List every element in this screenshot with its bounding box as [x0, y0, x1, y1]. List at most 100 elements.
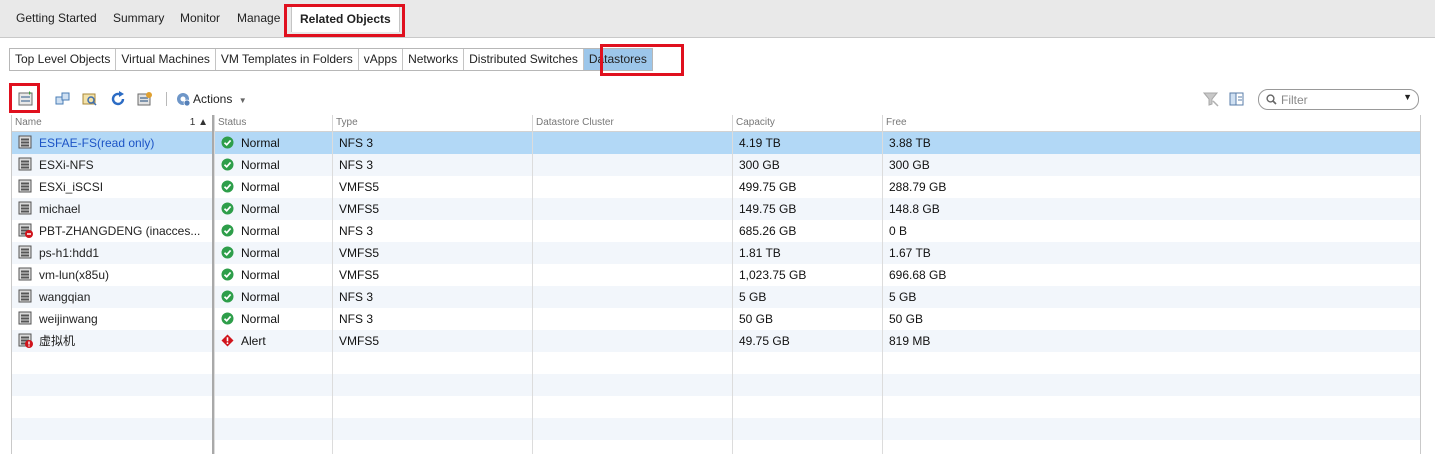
show-columns-icon[interactable] [1229, 91, 1245, 107]
frozen-column-splitter[interactable] [212, 115, 214, 454]
cell-cluster [532, 374, 732, 396]
cell-name-text[interactable]: ps-h1:hdd1 [39, 246, 99, 260]
subtab-vapps[interactable]: vApps [359, 49, 404, 70]
cell-cluster [532, 440, 732, 454]
cell-type-text: NFS 3 [339, 224, 374, 238]
cell-capacity: 4.19 TB [732, 132, 882, 154]
cell-name-text[interactable]: ESFAE-FS(read only) [39, 136, 154, 150]
table-row[interactable]: weijinwang Normal NFS 3 50 GB 50 GB [12, 308, 1420, 330]
table-row[interactable]: PBT-ZHANGDENG (inacces... Normal NFS 3 685.… [12, 220, 1420, 242]
empty-table-row [12, 396, 1420, 418]
cell-type: VMFS5 [332, 264, 532, 286]
table-row[interactable]: michael Normal VMFS5 149.75 GB 148.8 GB [12, 198, 1420, 220]
cell-status-text: Normal [241, 180, 280, 194]
subtab-vm-templates[interactable]: VM Templates in Folders [216, 49, 359, 70]
column-header-free[interactable]: Free [882, 115, 1420, 132]
tab-manage[interactable]: Manage [237, 11, 280, 25]
cell-cluster [532, 242, 732, 264]
subtab-top-level-objects[interactable]: Top Level Objects [10, 49, 117, 70]
cell-type [332, 418, 532, 440]
table-row[interactable]: vm-lun(x85u) Normal VMFS5 1,023.75 GB 696.68… [12, 264, 1420, 286]
filter-box[interactable]: ▼ [1258, 89, 1419, 110]
increase-capacity-icon[interactable] [137, 91, 153, 107]
normal-status-icon [221, 246, 234, 259]
cell-capacity-text: 1,023.75 GB [739, 268, 807, 282]
cell-status-text: Normal [241, 202, 280, 216]
cell-free: 1.67 TB [882, 242, 1420, 264]
cell-capacity-text: 5 GB [739, 290, 767, 304]
normal-status-icon [221, 290, 234, 303]
table-row[interactable]: wangqian Normal NFS 3 5 GB 5 GB [12, 286, 1420, 308]
subtab-virtual-machines[interactable]: Virtual Machines [116, 49, 216, 70]
normal-status-icon [221, 268, 234, 281]
cell-name-text[interactable]: vm-lun(x85u) [39, 268, 109, 282]
cell-name [12, 396, 212, 418]
browse-files-icon[interactable] [82, 91, 98, 107]
column-header-type[interactable]: Type [332, 115, 532, 132]
sort-ascending-indicator[interactable]: 1 ▲ [190, 115, 208, 131]
cell-type: NFS 3 [332, 132, 532, 154]
cell-free-text: 3.88 TB [889, 136, 931, 150]
cell-name-text[interactable]: PBT-ZHANGDENG (inacces... [39, 224, 200, 238]
cell-capacity: 49.75 GB [732, 330, 882, 352]
table-row[interactable]: 虚拟机 Alert VMFS5 49.75 GB 819 MB [12, 330, 1420, 352]
clear-filter-icon[interactable] [1203, 91, 1219, 107]
highlight-box-new-datastore [9, 83, 40, 113]
tab-monitor[interactable]: Monitor [180, 11, 220, 25]
cell-capacity-text: 300 GB [739, 158, 780, 172]
cell-status: Alert [214, 330, 332, 352]
table-row[interactable]: ps-h1:hdd1 Normal VMFS5 1.81 TB 1.67 TB [12, 242, 1420, 264]
column-header-status[interactable]: Status [214, 115, 332, 132]
column-header-name-label: Name [15, 117, 42, 128]
cell-name: michael [12, 198, 212, 220]
cell-free-text: 819 MB [889, 334, 931, 348]
cell-name [12, 352, 212, 374]
cell-type-text: VMFS5 [339, 334, 380, 348]
tab-summary[interactable]: Summary [113, 11, 164, 25]
cell-name-text[interactable]: ESXi_iSCSI [39, 180, 103, 194]
cell-free: 50 GB [882, 308, 1420, 330]
table-row[interactable]: ESXi_iSCSI Normal VMFS5 499.75 GB 288.79 GB [12, 176, 1420, 198]
filter-input[interactable] [1281, 92, 1391, 107]
actions-menu-button[interactable]: Actions ▼ [193, 92, 247, 106]
cell-status: Normal [214, 220, 332, 242]
cell-name-text[interactable]: weijinwang [39, 312, 98, 326]
normal-status-icon [221, 158, 234, 171]
table-row[interactable]: ESFAE-FS(read only) Normal NFS 3 4.19 TB 3.8… [12, 132, 1420, 154]
cell-type: VMFS5 [332, 198, 532, 220]
cell-name: ESXi_iSCSI [12, 176, 212, 198]
cell-name-text[interactable]: wangqian [39, 290, 90, 304]
cell-status: Normal [214, 308, 332, 330]
datastore-icon [18, 311, 32, 325]
cell-status: Normal [214, 264, 332, 286]
datastore-icon [18, 289, 32, 303]
cell-type [332, 352, 532, 374]
normal-status-icon [221, 224, 234, 237]
column-header-name[interactable]: Name 1 ▲ [12, 115, 212, 132]
column-header-capacity[interactable]: Capacity [732, 115, 882, 132]
table-row[interactable]: ESXi-NFS Normal NFS 3 300 GB 300 GB [12, 154, 1420, 176]
cell-name-text[interactable]: michael [39, 202, 80, 216]
subtab-distributed-switches[interactable]: Distributed Switches [464, 49, 584, 70]
toolbar-separator [166, 92, 167, 106]
datastores-grid: Name 1 ▲ Status Type Datastore Cluster C… [11, 115, 1421, 454]
cell-type-text: VMFS5 [339, 246, 380, 260]
subtab-networks[interactable]: Networks [403, 49, 465, 70]
cell-type-text: VMFS5 [339, 268, 380, 282]
cell-name-text[interactable]: 虚拟机 [39, 334, 75, 348]
filter-dropdown-chevron-icon[interactable]: ▼ [1403, 92, 1412, 102]
cell-status-text: Normal [241, 312, 280, 326]
cell-cluster [532, 352, 732, 374]
datastore-inaccessible-icon [18, 223, 33, 239]
column-header-datastore-cluster[interactable]: Datastore Cluster [532, 115, 732, 132]
cell-name: PBT-ZHANGDENG (inacces... [12, 220, 212, 242]
cell-cluster [532, 198, 732, 220]
cell-name-text[interactable]: ESXi-NFS [39, 158, 94, 172]
tab-getting-started[interactable]: Getting Started [16, 11, 97, 25]
register-vm-icon[interactable] [55, 91, 71, 107]
cell-capacity [732, 352, 882, 374]
cell-free: 0 B [882, 220, 1420, 242]
actions-gear-icon[interactable] [175, 91, 191, 107]
refresh-icon[interactable] [110, 91, 126, 107]
cell-free: 148.8 GB [882, 198, 1420, 220]
